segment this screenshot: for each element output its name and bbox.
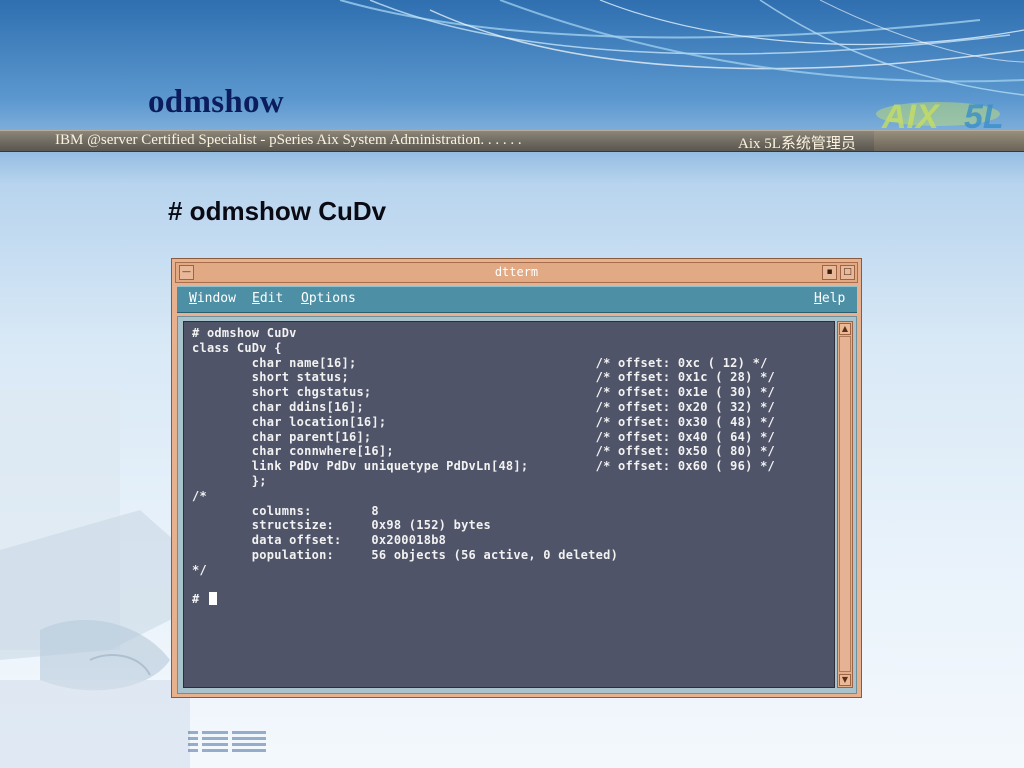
terminal-line: columns: 8 xyxy=(192,503,379,518)
banner-accent xyxy=(874,131,1024,151)
window-title: dtterm xyxy=(494,265,539,279)
terminal-line: char name[16]; /* offset: 0xc ( 12) */ xyxy=(192,355,768,370)
terminal-line: char ddins[16]; /* offset: 0x20 ( 32) */ xyxy=(192,400,776,414)
terminal-line: char location[16]; /* offset: 0x30 ( 48)… xyxy=(192,414,776,429)
scroll-up-arrow-icon[interactable]: ▲ xyxy=(839,323,851,335)
window-titlebar[interactable]: — dtterm ▪ □ xyxy=(175,262,858,283)
terminal-line: char parent[16]; /* offset: 0x40 ( 64) *… xyxy=(192,429,776,444)
scroll-thumb[interactable] xyxy=(839,336,851,672)
terminal-line: structsize: 0x98 (152) bytes xyxy=(192,518,491,533)
slide-title: odmshow xyxy=(148,84,284,120)
header-banner: IBM @server Certified Specialist - pSeri… xyxy=(0,130,1024,152)
maximize-button[interactable]: □ xyxy=(840,265,855,280)
terminal-line: short chgstatus; /* offset: 0x1e ( 30) *… xyxy=(192,385,776,400)
menu-window[interactable]: Window xyxy=(189,291,236,306)
vertical-scrollbar[interactable]: ▲ ▼ xyxy=(837,321,853,688)
terminal-line: population: 56 objects (56 active, 0 del… xyxy=(192,548,619,562)
terminal-line: class CuDv { xyxy=(192,340,282,355)
menu-options[interactable]: Options xyxy=(301,291,356,306)
terminal-line: */ xyxy=(192,562,207,577)
ibm-logo-watermark xyxy=(188,731,266,752)
terminal-line: }; xyxy=(192,474,267,488)
banner-chinese-text: Aix 5L系统管理员 xyxy=(738,136,856,152)
terminal-line: link PdDv PdDv uniquetype PdDvLn[48]; /*… xyxy=(192,459,776,474)
menubar: Window Edit Options Help xyxy=(177,286,857,313)
terminal-line: short status; /* offset: 0x1c ( 28) */ xyxy=(192,370,776,385)
terminal-line: # odmshow CuDv xyxy=(192,326,297,340)
terminal-output[interactable]: # odmshow CuDv class CuDv { char name[16]… xyxy=(183,321,835,688)
menu-edit[interactable]: Edit xyxy=(252,291,283,306)
terminal-frame: # odmshow CuDv class CuDv { char name[16]… xyxy=(177,316,857,694)
terminal-cursor xyxy=(208,592,217,606)
minimize-button[interactable]: ▪ xyxy=(822,265,837,280)
menu-help[interactable]: Help xyxy=(814,291,845,306)
terminal-line: # xyxy=(192,592,217,607)
dtterm-window: — dtterm ▪ □ Window Edit Options Help # … xyxy=(171,258,862,698)
command-heading: # odmshow CuDv xyxy=(168,196,387,226)
terminal-line: char connwhere[16]; /* offset: 0x50 ( 80… xyxy=(192,444,776,459)
banner-course-text: IBM @server Certified Specialist - pSeri… xyxy=(55,132,522,148)
scroll-down-arrow-icon[interactable]: ▼ xyxy=(839,674,851,686)
terminal-line: /* xyxy=(192,488,207,503)
terminal-line: data offset: 0x200018b8 xyxy=(192,533,447,548)
